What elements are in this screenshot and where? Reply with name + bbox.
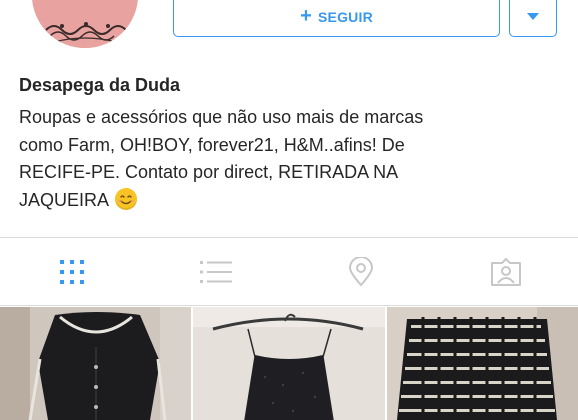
profile-view-tabbar: [0, 238, 578, 306]
suggested-accounts-dropdown-button[interactable]: [509, 0, 557, 37]
bio-last-line: JAQUEIRA: [19, 187, 559, 215]
photo-black-camisole: [193, 307, 385, 420]
profile-name: Desapega da Duda: [19, 75, 181, 95]
tab-location[interactable]: [289, 238, 433, 306]
list-icon: [200, 261, 232, 283]
photo-black-blouse: [0, 307, 191, 420]
grid-photo-skirt[interactable]: [387, 307, 578, 420]
tab-list[interactable]: [144, 238, 288, 306]
follow-button-label: SEGUIR: [318, 8, 373, 25]
bio-line: como Farm, OH!BOY, forever21, H&M..afins…: [19, 134, 405, 155]
bio-line: Roupas e acessórios que não uso mais de …: [19, 107, 424, 127]
tab-grid[interactable]: [0, 238, 144, 306]
avatar-pattern: [32, 0, 138, 48]
caret-down-icon: [527, 13, 539, 20]
location-pin-icon: [348, 257, 374, 287]
photo-studded-skirt: [387, 307, 578, 420]
tagged-photos-icon: [491, 258, 521, 286]
grid-photo-blouse[interactable]: [0, 307, 191, 420]
follow-button[interactable]: + SEGUIR: [173, 0, 500, 37]
bio-line: RECIFE-PE. Contato por direct, RETIRADA …: [19, 162, 399, 182]
profile-avatar[interactable]: [32, 0, 138, 48]
profile-bio: Roupas e acessórios que não uso mais de …: [19, 104, 559, 214]
tab-tagged[interactable]: [434, 238, 578, 306]
smiling-face-emoji-icon: [115, 187, 138, 210]
grid-icon: [60, 260, 84, 284]
plus-icon: +: [300, 4, 312, 27]
grid-photo-camisole[interactable]: [193, 307, 385, 420]
bio-line: JAQUEIRA: [19, 189, 109, 210]
